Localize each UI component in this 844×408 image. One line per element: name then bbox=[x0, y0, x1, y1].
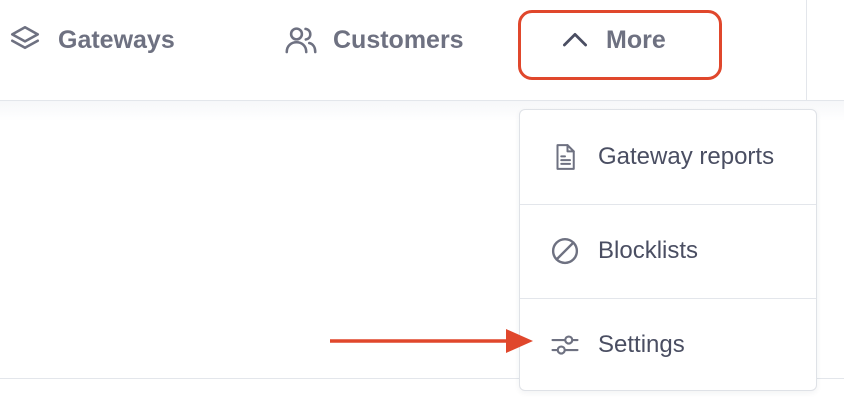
more-dropdown-menu: Gateway reports Blocklists Settings bbox=[519, 109, 817, 391]
menu-item-label: Settings bbox=[598, 331, 685, 358]
menu-item-blocklists[interactable]: Blocklists bbox=[520, 204, 816, 297]
block-icon bbox=[550, 236, 580, 266]
nav-item-customers[interactable]: Customers bbox=[283, 18, 464, 62]
nav-item-label: Customers bbox=[333, 25, 464, 54]
nav-item-label: Gateways bbox=[58, 25, 175, 54]
sliders-icon bbox=[550, 330, 580, 360]
highlight-box bbox=[518, 10, 722, 80]
pointer-arrow bbox=[330, 329, 533, 353]
layers-icon bbox=[8, 23, 42, 57]
users-icon bbox=[283, 22, 319, 58]
menu-item-label: Blocklists bbox=[598, 237, 699, 264]
menu-item-label: Gateway reports bbox=[598, 142, 775, 170]
menu-item-gateway-reports[interactable]: Gateway reports bbox=[520, 110, 816, 203]
document-icon bbox=[550, 142, 580, 172]
menu-item-settings[interactable]: Settings bbox=[520, 298, 816, 391]
nav-item-gateways[interactable]: Gateways bbox=[8, 18, 175, 62]
nav-divider bbox=[806, 0, 807, 100]
